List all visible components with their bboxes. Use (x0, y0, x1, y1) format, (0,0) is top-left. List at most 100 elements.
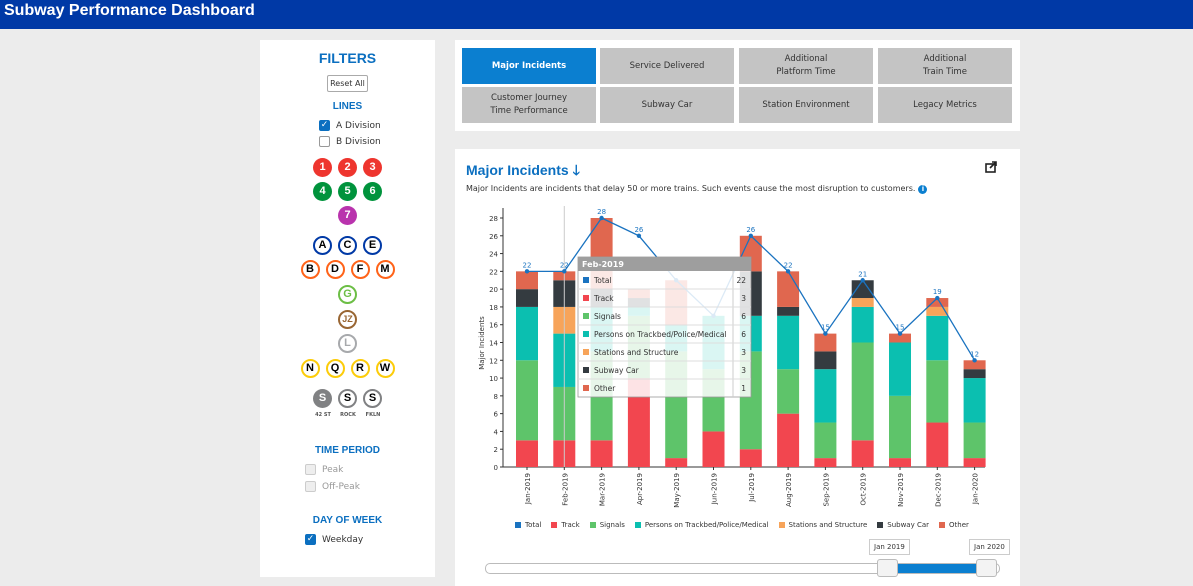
total-point[interactable] (748, 233, 753, 238)
total-point[interactable] (972, 358, 977, 363)
route-d-bullet[interactable]: D (325, 260, 345, 279)
division-a-checkbox[interactable]: ✓ A Division (319, 120, 381, 131)
bar-segment[interactable] (889, 395, 911, 459)
bar-segment[interactable] (777, 369, 800, 414)
bar-segment[interactable] (777, 306, 800, 316)
bar-segment[interactable] (889, 458, 911, 467)
tab-legacy-metrics[interactable]: Legacy Metrics (878, 87, 1012, 123)
bar-segment[interactable] (814, 351, 837, 370)
bar-segment[interactable] (590, 440, 613, 467)
route-jz-bullet[interactable]: JZ (338, 310, 357, 329)
legend-item[interactable]: Persons on Trackbed/Police/Medical (634, 521, 769, 529)
route-s-fkln-bullet[interactable]: S (363, 389, 382, 408)
bar-segment[interactable] (926, 315, 949, 361)
bar-segment[interactable] (889, 342, 911, 396)
bar-segment[interactable] (516, 306, 538, 361)
route-3-bullet[interactable]: 3 (363, 158, 382, 177)
bar-segment[interactable] (926, 360, 949, 423)
off-peak-checkbox[interactable]: Off-Peak (305, 481, 360, 492)
bar-segment[interactable] (963, 378, 986, 423)
legend-item[interactable]: Signals (589, 521, 625, 529)
route-e-bullet[interactable]: E (363, 236, 382, 255)
route-6-bullet[interactable]: 6 (363, 182, 382, 201)
x-tick-label: Jun-2019 (711, 473, 719, 505)
legend-item[interactable]: Other (939, 521, 969, 529)
route-1-bullet[interactable]: 1 (313, 158, 332, 177)
route-7-bullet[interactable]: 7 (338, 206, 357, 225)
legend-item[interactable]: Subway Car (877, 521, 929, 529)
tab-customer-journey[interactable]: Customer Journey Time Performance (462, 87, 596, 123)
route-2-bullet[interactable]: 2 (338, 158, 357, 177)
route-s-rock-bullet[interactable]: S (338, 389, 357, 408)
bar-segment[interactable] (814, 458, 837, 467)
total-point[interactable] (524, 269, 530, 274)
legend-swatch (589, 522, 596, 528)
route-5-bullet[interactable]: 5 (338, 182, 357, 201)
route-l-bullet[interactable]: L (338, 334, 357, 353)
legend-item[interactable]: Total (515, 521, 541, 529)
total-point[interactable] (636, 233, 642, 238)
route-b-bullet[interactable]: B (300, 260, 320, 279)
tab-service-delivered[interactable]: Service Delivered (600, 48, 734, 84)
shuttle-sublabel: 42 ST (315, 412, 331, 418)
bar-segment[interactable] (516, 440, 538, 467)
bar-segment[interactable] (516, 289, 538, 307)
x-tick-label: Apr-2019 (636, 473, 644, 505)
total-point[interactable] (599, 215, 604, 221)
division-b-checkbox[interactable]: B Division (319, 136, 381, 147)
bar-segment[interactable] (516, 360, 538, 441)
total-point[interactable] (562, 269, 567, 274)
route-c-bullet[interactable]: C (338, 236, 357, 255)
bar-segment[interactable] (777, 315, 800, 370)
route-r-bullet[interactable]: R (350, 359, 370, 378)
route-4-bullet[interactable]: 4 (313, 182, 332, 201)
bar-segment[interactable] (963, 369, 986, 379)
bar-segment[interactable] (739, 449, 762, 467)
total-point[interactable] (935, 295, 940, 301)
tab-station-environment[interactable]: Station Environment (739, 87, 873, 123)
total-point[interactable] (860, 278, 865, 283)
tooltip-row-label: Track (593, 294, 614, 303)
bar-segment[interactable] (851, 440, 874, 467)
total-label: 22 (560, 261, 569, 269)
tab-subway-car[interactable]: Subway Car (600, 87, 734, 123)
tab-major-incidents[interactable]: Major Incidents (462, 48, 596, 84)
bar-segment[interactable] (851, 306, 874, 343)
bar-segment[interactable] (516, 271, 538, 290)
bar-segment[interactable] (777, 271, 800, 307)
range-slider-selection (888, 564, 988, 573)
range-slider-end-handle[interactable] (976, 559, 997, 577)
bar-segment[interactable] (926, 422, 949, 467)
total-point[interactable] (897, 331, 903, 336)
route-a-bullet[interactable]: A (313, 236, 332, 255)
route-f-bullet[interactable]: F (350, 260, 370, 279)
reset-all-button[interactable]: Reset All (327, 75, 368, 92)
bar-segment[interactable] (814, 369, 837, 423)
total-point[interactable] (785, 269, 791, 274)
route-q-bullet[interactable]: Q (325, 359, 345, 378)
route-m-bullet[interactable]: M (375, 260, 395, 279)
bar-segment[interactable] (702, 431, 725, 467)
bar-segment[interactable] (963, 422, 986, 459)
bar-segment[interactable] (851, 280, 874, 299)
bar-segment[interactable] (814, 422, 837, 459)
peak-checkbox[interactable]: Peak (305, 464, 343, 475)
weekday-checkbox[interactable]: ✓ Weekday (305, 534, 363, 545)
range-slider-start-handle[interactable] (877, 559, 898, 577)
route-n-bullet[interactable]: N (300, 359, 320, 378)
tab-additional-train-time[interactable]: Additional Train Time (878, 48, 1012, 84)
tab-additional-platform-time[interactable]: Additional Platform Time (739, 48, 873, 84)
route-s-42st-bullet[interactable]: S (313, 389, 332, 408)
bar-segment[interactable] (851, 298, 874, 307)
bar-segment[interactable] (963, 458, 986, 467)
route-w-bullet[interactable]: W (375, 359, 395, 378)
total-point[interactable] (823, 331, 828, 336)
total-label: 15 (821, 324, 830, 332)
legend-item[interactable]: Track (551, 521, 580, 529)
legend-item[interactable]: Stations and Structure (778, 521, 867, 529)
bar-segment[interactable] (814, 333, 837, 352)
bar-segment[interactable] (665, 458, 688, 467)
bar-segment[interactable] (851, 342, 874, 441)
route-g-bullet[interactable]: G (338, 285, 357, 304)
bar-segment[interactable] (777, 413, 800, 467)
